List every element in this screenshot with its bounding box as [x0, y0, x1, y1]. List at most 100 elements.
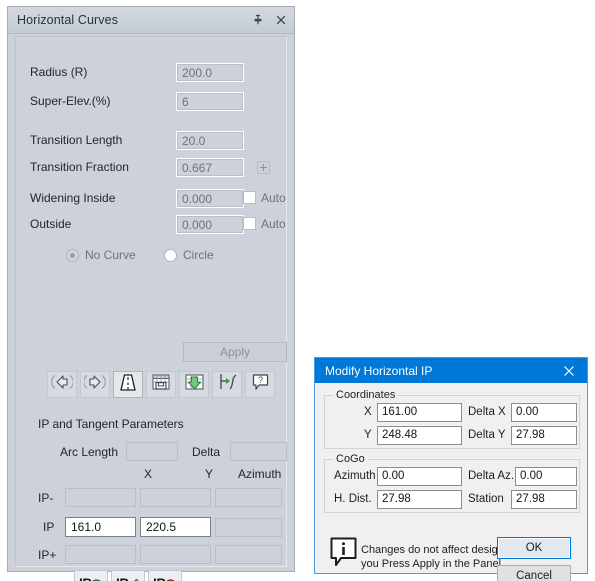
ip-plus-y-input[interactable] [140, 545, 211, 564]
road-icon [118, 373, 138, 397]
dialog-titlebar: Modify Horizontal IP [315, 358, 587, 383]
ip-x-input[interactable]: 161.0 [65, 517, 136, 537]
transition-length-row: Transition Length [30, 133, 122, 147]
delta-x-input[interactable]: 0.00 [511, 403, 577, 422]
delta-input[interactable] [230, 442, 287, 461]
table-save-button[interactable] [146, 371, 176, 398]
outside-row: Outside [30, 217, 71, 231]
widening-inside-input[interactable]: 0.000 [176, 189, 244, 208]
apply-button[interactable]: Apply [183, 342, 287, 362]
ip-plus-label: IP+ [38, 548, 57, 562]
superelev-row: Super-Elev.(%) [30, 94, 110, 108]
left-arrow-icon [51, 373, 74, 396]
coord-y-label: Y [364, 429, 372, 441]
coord-y-input[interactable]: 248.48 [377, 426, 462, 445]
ip-section-title: IP and Tangent Parameters [38, 417, 184, 431]
cogo-legend: CoGo [333, 453, 368, 465]
transition-fraction-label: Transition Fraction [30, 160, 129, 174]
horizontal-curves-panel: Horizontal Curves Radius (R) 200.0 Super… [7, 6, 295, 581]
pin-icon[interactable] [251, 13, 265, 27]
help-button[interactable]: ? [245, 371, 275, 398]
coordinates-legend: Coordinates [333, 389, 399, 401]
radius-label: Radius (R) [30, 65, 88, 79]
no-curve-radio-icon [66, 248, 79, 262]
outside-auto-label: Auto [261, 217, 286, 231]
circle-label: Circle [183, 248, 214, 262]
page-title: Horizontal Curves [17, 13, 119, 27]
widening-inside-row: Widening Inside [30, 191, 115, 205]
ip-minus-y-input[interactable] [140, 488, 211, 507]
radius-row: Radius (R) [30, 65, 87, 79]
table-download-icon [184, 373, 205, 396]
widening-inside-label: Widening Inside [30, 191, 116, 205]
column-header-x: X [144, 467, 153, 481]
panel-titlebar: Horizontal Curves [8, 7, 294, 34]
radio-no-curve[interactable]: No Curve [66, 248, 136, 262]
outside-label: Outside [30, 217, 72, 231]
column-header-azimuth: Azimuth [238, 467, 282, 481]
outside-input[interactable]: 0.000 [176, 215, 244, 234]
edit-ip-button[interactable]: IP [111, 570, 145, 581]
right-arrow-icon [83, 373, 106, 396]
add-ip-button[interactable]: IP [74, 570, 108, 581]
hdist-input[interactable]: 27.98 [377, 490, 462, 509]
panel-toolbar: ? [47, 371, 275, 398]
transition-length-label: Transition Length [30, 133, 123, 147]
transition-fraction-input[interactable]: 0.667 [176, 158, 244, 177]
superelev-input[interactable]: 6 [176, 92, 244, 111]
delta-az-input[interactable]: 0.00 [515, 467, 577, 486]
ip-minus-x-input[interactable] [65, 488, 136, 507]
transition-fraction-row: Transition Fraction [30, 160, 129, 174]
widening-inside-auto-checkbox[interactable] [243, 191, 256, 204]
ip-label: IP [43, 520, 55, 534]
radius-input[interactable]: 200.0 [176, 63, 244, 82]
delta-y-input[interactable]: 27.98 [511, 426, 577, 445]
outside-auto-checkbox[interactable] [243, 217, 256, 230]
arc-length-input[interactable] [126, 442, 178, 461]
delta-label: Delta [192, 445, 221, 459]
station-input[interactable]: 27.98 [511, 490, 577, 509]
question-icon: ? [251, 373, 270, 396]
station-label: Station [468, 493, 504, 505]
superelev-label: Super-Elev.(%) [30, 94, 111, 108]
delete-ip-button[interactable]: IP [148, 570, 182, 581]
insert-curve-button[interactable] [212, 371, 242, 398]
road-template-button[interactable] [113, 371, 143, 398]
column-header-y: Y [205, 467, 214, 481]
delta-az-label: Delta Az. [468, 470, 515, 482]
modify-horizontal-ip-dialog: Modify Horizontal IP Coordinates X 161.0… [314, 357, 588, 581]
delta-y-label: Delta Y [468, 429, 506, 441]
ok-button[interactable]: OK [497, 537, 571, 559]
coord-x-input[interactable]: 161.00 [377, 403, 462, 422]
dialog-title: Modify Horizontal IP [325, 363, 433, 378]
coord-x-label: X [364, 406, 372, 418]
info-icon [330, 537, 357, 572]
no-curve-label: No Curve [85, 248, 136, 262]
ip-azimuth-input[interactable] [215, 518, 282, 537]
next-ip-button[interactable] [80, 371, 110, 398]
ip-y-input[interactable]: 220.5 [140, 517, 211, 537]
circle-radio-icon [164, 248, 177, 262]
dialog-close-icon[interactable] [556, 358, 582, 383]
insert-curve-icon [217, 373, 238, 396]
arc-length-label: Arc Length [60, 445, 119, 459]
hdist-label: H. Dist. [334, 493, 372, 505]
azimuth-input[interactable]: 0.00 [377, 467, 462, 486]
expand-plus-button[interactable] [257, 161, 270, 174]
transition-length-input[interactable]: 20.0 [176, 131, 244, 150]
close-icon[interactable] [274, 13, 288, 27]
screen: Horizontal Curves Radius (R) 200.0 Super… [0, 0, 595, 581]
ip-minus-azimuth-input[interactable] [215, 488, 282, 507]
svg-text:?: ? [257, 375, 262, 385]
dialog-body: Coordinates X 161.00 Delta X 0.00 Y 248.… [315, 383, 587, 581]
ip-plus-x-input[interactable] [65, 545, 136, 564]
ip-action-buttons: IP IP [74, 570, 182, 581]
table-save-icon [151, 373, 171, 396]
titlebar-actions [251, 7, 288, 33]
widening-inside-auto-label: Auto [261, 191, 286, 205]
previous-ip-button[interactable] [47, 371, 77, 398]
cancel-button[interactable]: Cancel [497, 565, 571, 581]
ip-plus-azimuth-input[interactable] [215, 545, 282, 564]
radio-circle[interactable]: Circle [164, 248, 214, 262]
table-import-button[interactable] [179, 371, 209, 398]
